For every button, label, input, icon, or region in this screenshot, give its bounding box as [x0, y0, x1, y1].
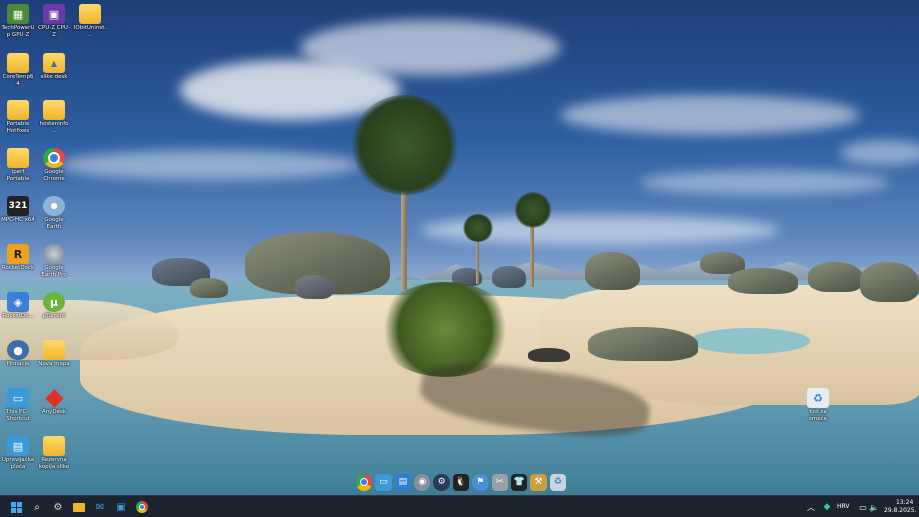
gpuz-icon: ▦: [7, 4, 29, 24]
taskbar: ⌕ ⚙ ✉ ▣ ︿ ◆ HRV ▭ 🔈 13:24 29.8.2025.: [0, 495, 919, 517]
palm-bush: [375, 282, 515, 377]
control-panel-icon: ▤: [7, 436, 29, 456]
desktop-wallpaper: [0, 0, 919, 495]
rock: [528, 348, 570, 362]
palm-crown: [462, 214, 494, 242]
volume-icon[interactable]: 🔈: [866, 499, 882, 515]
chrome-icon[interactable]: [356, 473, 373, 491]
folder-icon: [43, 436, 65, 456]
desktop-icon-rocketdock[interactable]: R RocketDock: [1, 244, 35, 272]
chrome-icon: [43, 148, 65, 168]
utorrent-icon: µ: [43, 292, 65, 312]
steam-icon[interactable]: ⚙: [433, 473, 450, 491]
clock-time[interactable]: 13:24: [896, 499, 913, 506]
show-hidden-icons-chevron-icon[interactable]: ︿: [803, 499, 819, 515]
folder-icon: [7, 53, 29, 73]
mpc-hc-icon: 321: [7, 196, 29, 216]
tshirt-icon[interactable]: 👕: [510, 473, 528, 491]
lagoon: [690, 328, 810, 354]
rock: [295, 275, 333, 299]
palm-crown: [514, 192, 552, 228]
cd-icon: [43, 196, 65, 216]
desktop-icon-coretemp[interactable]: CoreTemp64: [1, 53, 35, 87]
anydesk-icon: [43, 388, 65, 408]
rocketdock-icon: R: [7, 244, 29, 264]
folder-icon: [79, 4, 101, 24]
desktop-icon-google-chrome[interactable]: Google Chrome: [37, 148, 71, 182]
desktop-icon-nova-mapa[interactable]: Nova mapa: [37, 340, 71, 368]
network-icon[interactable]: ⚑: [472, 473, 489, 491]
desktop-icon-upravljacka-ploca[interactable]: ▤ Upravljačka ploča: [1, 436, 35, 470]
desktop-icon-utorrent[interactable]: µ µTorrent: [37, 292, 71, 320]
control-panel-icon[interactable]: ▤: [394, 473, 412, 491]
desktop-icon-iobit-uninstaller[interactable]: IObitUninst...: [73, 4, 107, 38]
drive-icon[interactable]: ◉: [414, 473, 431, 491]
rock: [808, 262, 863, 292]
desktop-icon-google-earth[interactable]: Google Earth: [37, 196, 71, 230]
hammer-icon[interactable]: ⚒: [530, 473, 547, 491]
folder-icon: [7, 100, 29, 120]
pinnacle-icon: ●: [7, 340, 29, 360]
linux-icon[interactable]: 🐧: [452, 473, 470, 491]
language-indicator[interactable]: HRV: [837, 503, 849, 510]
desktop-icon-anydesk[interactable]: AnyDesk: [37, 388, 71, 416]
rock: [190, 278, 228, 298]
monitor-icon[interactable]: ▭: [375, 473, 392, 491]
desktop-icon-mpc-hc[interactable]: 321 MPC-HC x64: [1, 196, 35, 224]
rock: [588, 327, 698, 361]
remote-desktop-icon[interactable]: ▣: [113, 499, 129, 515]
recycle-bin-icon[interactable]: ♻: [549, 473, 566, 491]
cloud: [60, 150, 360, 180]
desktop-icon-rocketdock-2[interactable]: ◈ RocketDo...: [1, 292, 35, 320]
folder-icon: [43, 100, 65, 120]
windows-start-icon[interactable]: [8, 499, 24, 515]
google-earth-pro-icon: [43, 244, 65, 264]
rock: [585, 252, 640, 290]
rocketdock-bar: ▭ ▤ ◉ ⚙ 🐧 ⚑ ✂ 👕 ⚒ ♻: [352, 470, 570, 494]
search-icon[interactable]: ⌕: [29, 499, 45, 515]
desktop-icon-recycle-bin[interactable]: ♻ Koš za smeće: [800, 388, 836, 422]
palm-crown: [350, 95, 460, 195]
desktop-icon-google-earth-pro[interactable]: Google Earth Pro: [37, 244, 71, 278]
gear-icon[interactable]: ⚙: [50, 499, 66, 515]
desktop-icon-this-pc[interactable]: ▭ This PC - Shortcut: [1, 388, 35, 422]
desktop-icon-portable-hotfixes[interactable]: Portable Hotfixes: [1, 100, 35, 134]
cloud: [640, 170, 890, 195]
rock: [492, 266, 526, 288]
desktop-icon-hosteninfo[interactable]: hosteninfo ...: [37, 100, 71, 134]
chrome-icon[interactable]: [134, 499, 150, 515]
recycle-bin-icon: ♻: [807, 388, 829, 408]
desktop-icon-techpowerup-gpuz[interactable]: ▦ TechPowerUp GPU-Z: [1, 4, 35, 38]
rocketdock-alt-icon: ◈: [7, 292, 29, 312]
tools-icon[interactable]: ✂: [491, 473, 508, 491]
rock: [728, 268, 798, 294]
desktop-icon-iperf-portable[interactable]: iperf Portable: [1, 148, 35, 182]
desktop-icon-rezervna-kopija[interactable]: Rezervna kopija slike: [37, 436, 71, 470]
desktop-icon-cpuz[interactable]: ▣ CPU-Z CPU-Z: [37, 4, 71, 38]
desktop-icon-pinnacle[interactable]: ● Pinnacle: [1, 340, 35, 368]
cloud: [300, 20, 560, 75]
cloud: [560, 95, 860, 135]
defender-tray-icon[interactable]: ◆: [819, 499, 835, 515]
file-explorer-icon[interactable]: [71, 499, 87, 515]
image-folder-icon: ▲: [43, 53, 65, 73]
cpuz-icon: ▣: [43, 4, 65, 24]
desktop-icon-slike-desk[interactable]: ▲ slike desk: [37, 53, 71, 81]
folder-icon: [7, 148, 29, 168]
clock-date[interactable]: 29.8.2025.: [884, 507, 916, 514]
monitor-icon: ▭: [7, 388, 29, 408]
rock: [860, 262, 919, 302]
mail-icon[interactable]: ✉: [92, 499, 108, 515]
folder-icon: [43, 340, 65, 360]
